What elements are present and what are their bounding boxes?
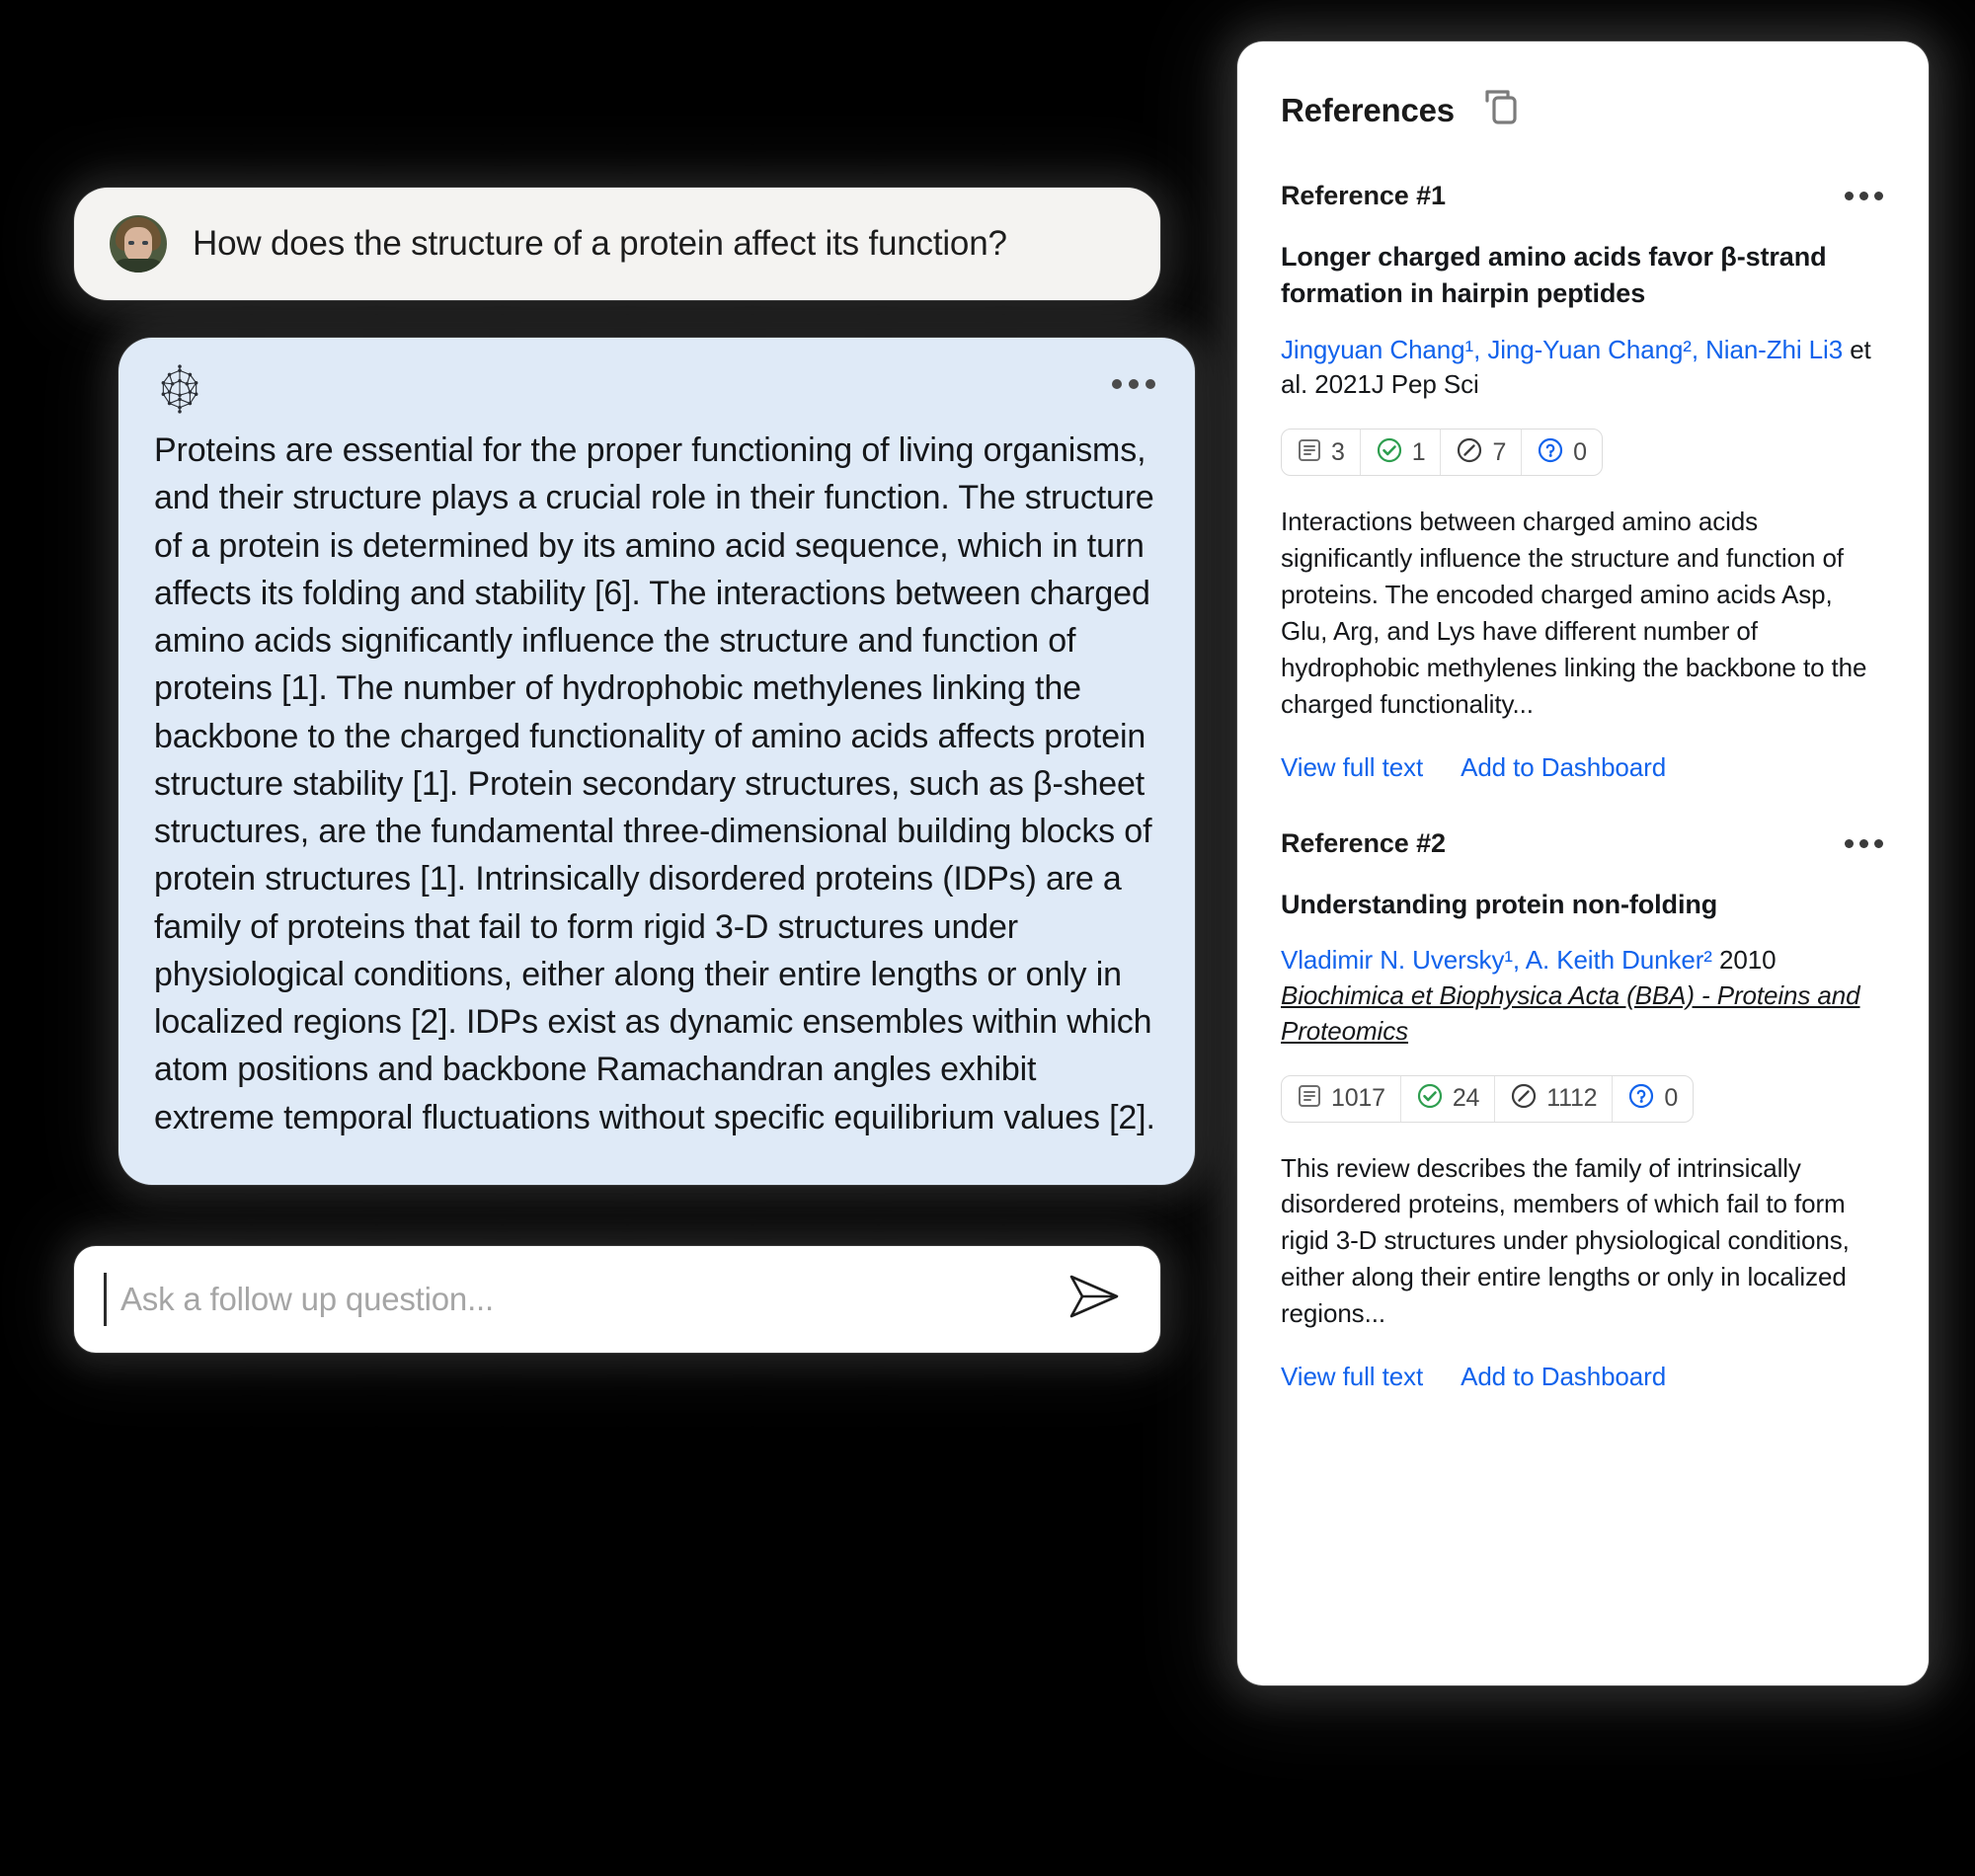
app-root: How does the structure of a protein affe…	[0, 0, 1975, 1876]
check-circle-icon	[1376, 436, 1403, 469]
reference-item: Reference #2 Understanding protein non-f…	[1281, 828, 1885, 1392]
reference-actions: View full text Add to Dashboard	[1281, 1362, 1885, 1392]
reference-abstract: Interactions between charged amino acids…	[1281, 507, 1867, 719]
metric-value: 7	[1492, 437, 1507, 466]
copy-icon[interactable]	[1482, 87, 1524, 133]
reference-item: Reference #1 Longer charged amino acids …	[1281, 181, 1885, 783]
reference-label: Reference #2	[1281, 827, 1446, 858]
brain-network-logo	[161, 364, 198, 414]
view-full-text-link[interactable]: View full text	[1281, 1362, 1423, 1392]
add-to-dashboard-link[interactable]: Add to Dashboard	[1461, 1362, 1666, 1392]
send-paper-plane-icon[interactable]	[1062, 1267, 1127, 1331]
metric-mentioning[interactable]: 7	[1441, 430, 1523, 476]
chat-column: How does the structure of a protein affe…	[59, 188, 1210, 1353]
metric-value: 1112	[1546, 1084, 1598, 1113]
reference-label: Reference #1	[1281, 181, 1446, 210]
view-full-text-link[interactable]: View full text	[1281, 752, 1423, 783]
add-to-dashboard-link[interactable]: Add to Dashboard	[1461, 752, 1666, 783]
assistant-bubble-header	[154, 363, 1159, 421]
metric-contrasting[interactable]: 0	[1613, 1076, 1693, 1122]
followup-question-input[interactable]	[107, 1280, 1062, 1318]
references-panel-header: References	[1281, 87, 1885, 133]
reference-journal[interactable]: Biochimica et Biophysica Acta (BBA) - Pr…	[1281, 980, 1860, 1046]
reference-authors[interactable]: Vladimir N. Uversky¹, A. Keith Dunker²	[1281, 945, 1712, 975]
metric-value: 1017	[1331, 1084, 1385, 1113]
user-message-bubble: How does the structure of a protein affe…	[74, 188, 1160, 300]
metric-value: 24	[1452, 1084, 1480, 1113]
metric-supporting[interactable]: 24	[1401, 1075, 1496, 1122]
references-panel: References Reference #1 Longer charged a…	[1237, 41, 1929, 1685]
check-circle-icon	[1416, 1082, 1444, 1115]
reference-title: Longer charged amino acids favor β-stran…	[1281, 242, 1827, 309]
question-circle-icon	[1537, 436, 1564, 469]
reference-meta: Vladimir N. Uversky¹, A. Keith Dunker² 2…	[1281, 943, 1885, 1050]
assistant-more-options-icon[interactable]	[1108, 369, 1159, 399]
metric-value: 1	[1411, 437, 1426, 466]
slash-circle-icon	[1510, 1082, 1538, 1115]
metric-citations[interactable]: 1017	[1282, 1075, 1401, 1122]
metric-value: 0	[1573, 437, 1587, 466]
metric-contrasting[interactable]: 0	[1522, 430, 1602, 475]
reference-meta: Jingyuan Chang¹, Jing-Yuan Chang², Nian-…	[1281, 333, 1885, 404]
metric-citations[interactable]: 3	[1282, 430, 1361, 476]
reference-year: 2010	[1711, 944, 1777, 975]
page-title: References	[1281, 91, 1455, 128]
metric-value: 0	[1664, 1084, 1679, 1113]
reference-metrics: 3 1 7 0	[1281, 429, 1603, 477]
assistant-message-bubble: Proteins are essential for the proper fu…	[118, 338, 1195, 1185]
reference-more-options-icon[interactable]	[1843, 831, 1885, 856]
document-icon	[1297, 437, 1322, 468]
reference-title: Understanding protein non-folding	[1281, 889, 1718, 919]
reference-authors[interactable]: Jingyuan Chang¹, Jing-Yuan Chang², Nian-…	[1281, 335, 1843, 364]
avatar	[110, 215, 167, 273]
reference-item-header: Reference #1	[1281, 181, 1885, 211]
metric-mentioning[interactable]: 1112	[1495, 1075, 1614, 1122]
document-icon	[1297, 1083, 1322, 1114]
user-message-text: How does the structure of a protein affe…	[193, 224, 1007, 264]
slash-circle-icon	[1456, 436, 1483, 469]
metric-supporting[interactable]: 1	[1361, 430, 1442, 476]
question-circle-icon	[1627, 1082, 1655, 1115]
reference-actions: View full text Add to Dashboard	[1281, 752, 1885, 783]
followup-composer[interactable]	[74, 1245, 1160, 1353]
reference-item-header: Reference #2	[1281, 828, 1885, 859]
reference-more-options-icon[interactable]	[1843, 184, 1885, 208]
metric-value: 3	[1331, 437, 1345, 466]
reference-metrics: 1017 24 1112 0	[1281, 1074, 1695, 1123]
reference-abstract: This review describes the family of intr…	[1281, 1152, 1850, 1329]
assistant-message-text: Proteins are essential for the proper fu…	[154, 431, 1155, 1136]
